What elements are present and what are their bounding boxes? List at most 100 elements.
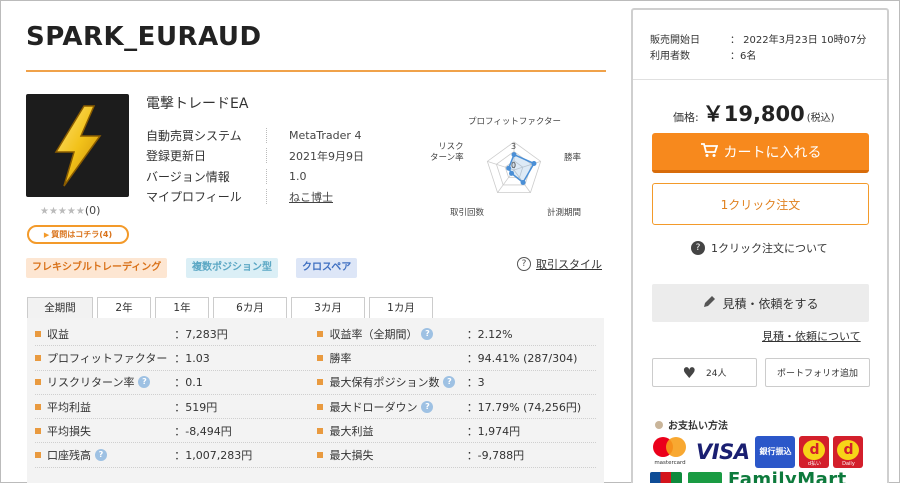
d-daily-logo: d Daily (833, 436, 864, 468)
stat-label-cell: 最大ドローダウン? (317, 399, 466, 415)
info-separator (266, 168, 267, 184)
stat-value: ：-9,788円 (466, 449, 525, 463)
question-button[interactable]: ▶ 質問はコチラ(4) (27, 225, 129, 244)
stat-value: ：519円 (174, 400, 218, 414)
tab-6m[interactable]: 6カ月 (213, 297, 287, 318)
info-value: 2021年9月9日 (289, 149, 364, 163)
radar-label-period: 計測期間 (547, 208, 582, 218)
tag-cross-pair[interactable]: クロスペア (296, 258, 358, 278)
add-to-cart-label: カートに入れる (723, 144, 822, 161)
heart-icon: ♥ (682, 363, 696, 382)
radar-label-risk: リスク ターン率 (430, 142, 464, 163)
stat-label: 収益率（全期間） (329, 327, 418, 341)
sale-start-label: 販売開始日 (650, 34, 700, 46)
stats-table: 収益 ：7,283円 収益率（全期間）? ：2.12% プロフィットファクター ：1.03… (27, 318, 604, 483)
stat-value-cell: ：94.41% (287/304) (467, 350, 596, 366)
stat-label-cell: 収益率（全期間）? (317, 326, 466, 342)
page-title: SPARK_EURAUD (26, 22, 262, 52)
stat-value-cell: ：-9,788円 (467, 447, 596, 463)
cart-icon (700, 142, 718, 162)
stat-value: ：17.79% (74,256円) (466, 400, 582, 414)
mastercard-logo: mastercard (650, 433, 690, 471)
help-icon[interactable]: ? (421, 400, 434, 413)
stat-value-cell: ：2.12% (467, 326, 596, 342)
one-click-about-link[interactable]: ? 1クリック注文について (691, 240, 828, 256)
help-icon[interactable]: ? (95, 449, 107, 462)
quote-request-button[interactable]: 見積・依頼をする (652, 284, 869, 322)
help-icon[interactable]: ? (138, 376, 151, 389)
info-label: マイプロフィール (146, 190, 242, 205)
stat-row: リスクリターン率? ：0.1 最大保有ポジション数? ：3 (35, 371, 596, 395)
help-icon[interactable]: ? (421, 327, 434, 340)
stat-value: ：7,283円 (174, 327, 228, 341)
stat-label: 最大利益 (329, 424, 374, 438)
tab-all[interactable]: 全期間 (27, 297, 93, 318)
tag-flexible[interactable]: フレキシブルトレーディング (26, 258, 168, 278)
visa-logo: VISA (696, 440, 750, 464)
stat-value-cell: ：1,007,283円 (174, 447, 317, 463)
radar-scale-min: 0 (511, 161, 517, 170)
bullet-icon (317, 330, 324, 337)
stat-row: 口座残高? ：1,007,283円 最大損失 ：-9,788円 (35, 443, 596, 468)
product-info: 自動売買システム MetaTrader 4 登録更新日 2021年9月9日 バー… (146, 125, 386, 207)
bullet-icon (655, 420, 663, 429)
question-button-label: 質問はコチラ(4) (51, 230, 113, 239)
tab-2y[interactable]: 2年 (97, 297, 151, 318)
trade-style-link[interactable]: ? 取引スタイル (517, 256, 602, 272)
stat-value-cell: ：0.1 (174, 374, 317, 390)
price-amount: ￥19,800 (702, 102, 805, 126)
info-label: 自動売買システム (146, 128, 242, 143)
tab-1m[interactable]: 1カ月 (369, 297, 433, 318)
stat-value: ：1,974円 (466, 424, 521, 438)
tag-multi-position[interactable]: 複数ポジション型 (186, 258, 278, 278)
radar-label-pf: プロフィットファクター (468, 117, 561, 127)
info-row-profile: マイプロフィール ねこ博士 (146, 187, 386, 208)
bullet-icon (35, 452, 41, 459)
stat-label: 勝率 (329, 351, 352, 365)
favorite-button[interactable]: ♥ 24人 (652, 358, 757, 387)
stat-value-cell: ：7,283円 (174, 326, 317, 342)
payment-logos: mastercard VISA 銀行振込 d d払い d Daily (650, 433, 864, 471)
help-icon[interactable]: ? (443, 376, 456, 389)
bank-transfer-logo: 銀行振込 (755, 436, 796, 468)
stat-value: ：-8,494円 (174, 424, 232, 438)
stat-label-cell: 口座残高? (35, 447, 174, 463)
info-row-updated: 登録更新日 2021年9月9日 (146, 146, 386, 167)
stat-label: 平均損失 (47, 424, 91, 438)
add-portfolio-button[interactable]: ポートフォリオ追加 (765, 358, 870, 387)
convenience-store-logo (688, 472, 722, 483)
add-to-cart-button[interactable]: カートに入れる (652, 133, 869, 173)
payment-methods-title: お支払い方法 (655, 417, 728, 432)
info-separator (266, 127, 267, 143)
info-separator (266, 148, 267, 164)
price-label: 価格: (673, 111, 699, 124)
stat-label-cell: 最大保有ポジション数? (317, 374, 466, 390)
quote-about-link[interactable]: 見積・依頼について (762, 328, 861, 344)
stat-label: 収益 (47, 327, 69, 341)
tab-3m[interactable]: 3カ月 (291, 297, 365, 318)
stat-label: プロフィットファクター (47, 351, 168, 365)
stat-label-cell: 収益 (35, 326, 174, 342)
stat-label-cell: 最大利益 (317, 423, 466, 439)
profile-link[interactable]: ねこ博士 (289, 189, 333, 205)
jcb-logo (650, 472, 682, 483)
product-name: 電撃トレードEA (146, 96, 249, 112)
users-row: 利用者数 ：6名 (650, 46, 866, 62)
sale-start-row: 販売開始日 ： 2022年3月23日 10時07分 (650, 30, 866, 46)
tab-1y[interactable]: 1年 (155, 297, 209, 318)
d-payment-text: d払い (807, 461, 822, 467)
rating-stars: ★★★★★ (40, 206, 85, 217)
bullet-icon (317, 427, 324, 434)
stat-label: リスクリターン率 (47, 376, 135, 390)
users-label: 利用者数 (650, 50, 690, 62)
stat-value: ：3 (466, 376, 485, 390)
rating-count: (0) (84, 204, 101, 217)
stat-value: ：94.41% (287/304) (466, 351, 578, 365)
stat-label-cell: 平均損失 (35, 423, 174, 439)
product-logo (26, 94, 129, 197)
radar-point (511, 152, 517, 158)
one-click-order-button[interactable]: 1クリック注文 (652, 183, 869, 225)
title-divider (26, 70, 606, 72)
question-icon: ? (691, 241, 705, 255)
favorite-count: 24人 (706, 369, 727, 379)
